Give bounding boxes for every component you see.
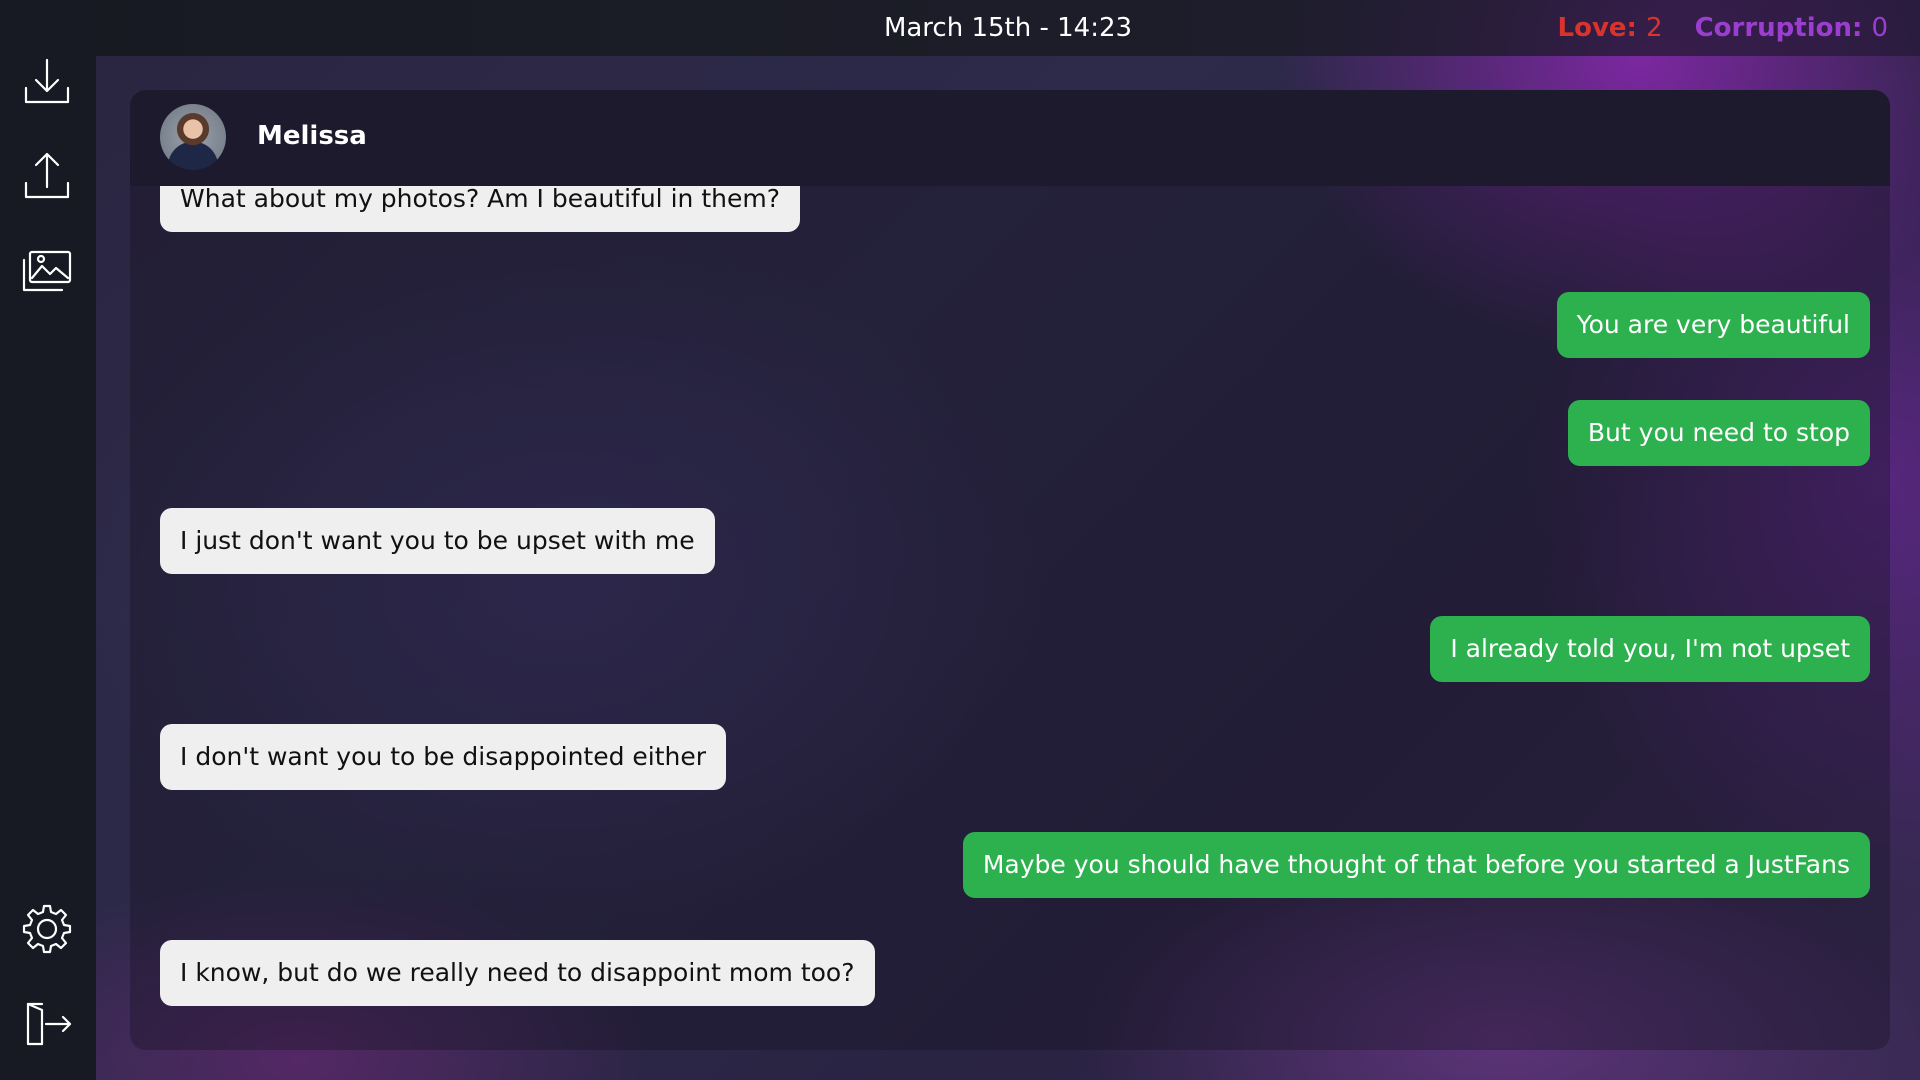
exit-button[interactable] xyxy=(18,994,76,1052)
love-label: Love: xyxy=(1557,13,1637,43)
game-screen: March 15th - 14:23 Love: 2 Corruption: 0 xyxy=(0,0,1920,1080)
gallery-button[interactable] xyxy=(18,242,76,300)
message-incoming: What about my photos? Am I beautiful in … xyxy=(160,186,800,232)
message-outgoing: I already told you, I'm not upset xyxy=(1430,616,1870,682)
stats: Love: 2 Corruption: 0 xyxy=(1558,13,1888,43)
corruption-label: Corruption: xyxy=(1694,13,1863,43)
download-icon xyxy=(24,58,70,104)
top-bar: March 15th - 14:23 Love: 2 Corruption: 0 xyxy=(0,0,1920,56)
sidebar xyxy=(0,0,96,1080)
save-button[interactable] xyxy=(18,52,76,110)
exit-icon xyxy=(26,1002,72,1046)
message-list[interactable]: What about my photos? Am I beautiful in … xyxy=(130,186,1890,1050)
contact-name: Melissa xyxy=(257,121,367,151)
message-incoming: I don't want you to be disappointed eith… xyxy=(160,724,727,790)
message-incoming: I just don't want you to be upset with m… xyxy=(160,508,715,574)
corruption-value: 0 xyxy=(1871,13,1888,43)
message-outgoing: Maybe you should have thought of that be… xyxy=(962,832,1870,898)
settings-button[interactable] xyxy=(18,900,76,958)
avatar xyxy=(160,104,226,170)
message-outgoing: But you need to stop xyxy=(1567,400,1870,466)
upload-icon xyxy=(24,152,70,199)
gallery-icon xyxy=(22,250,72,292)
love-value: 2 xyxy=(1646,13,1663,43)
message-incoming: I know, but do we really need to disappo… xyxy=(160,940,875,1006)
settings-icon xyxy=(22,904,72,954)
load-button[interactable] xyxy=(18,147,76,205)
love-stat: Love: 2 xyxy=(1558,13,1663,43)
corruption-stat: Corruption: 0 xyxy=(1695,13,1888,43)
message-outgoing: You are very beautiful xyxy=(1556,292,1870,358)
chat-window: Melissa What about my photos? Am I beaut… xyxy=(130,90,1890,1050)
chat-header: Melissa xyxy=(130,90,1890,186)
